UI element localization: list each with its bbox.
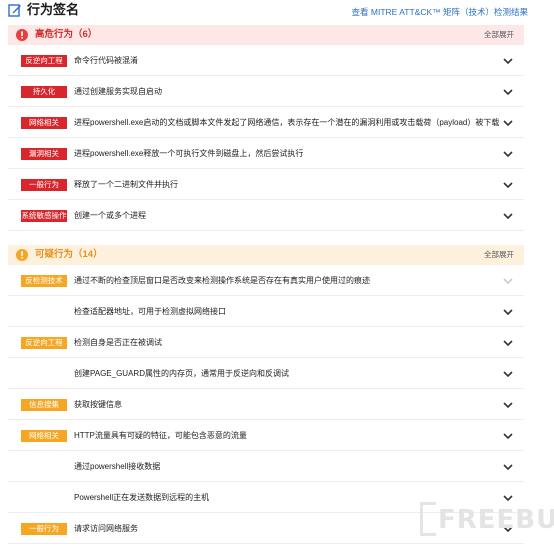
category-badge: 信息搜集 — [21, 399, 67, 411]
chevron-down-icon[interactable] — [502, 148, 514, 160]
category-badge: 持久化 — [21, 86, 67, 98]
behavior-row[interactable]: 反逆向工程 命令行代码被混淆 — [8, 46, 524, 76]
category-badge: 一般行为 — [21, 523, 67, 535]
category-badge: 网络相关 — [21, 430, 67, 442]
chevron-down-icon[interactable] — [502, 55, 514, 67]
behavior-description: 通过powershell接收数据 — [74, 462, 161, 471]
alert-circle-icon — [16, 29, 28, 41]
chevron-down-icon[interactable] — [502, 492, 514, 504]
behavior-description: 通过不断的检查顶层窗口是否改变来检测操作系统是否存在有真实用户使用过的痕迹 — [74, 276, 370, 285]
behavior-description: 进程powershell.exe释放一个可执行文件到磁盘上，然后尝试执行 — [74, 149, 304, 158]
behavior-description: HTTP流量具有可疑的特征，可能包含恶意的流量 — [74, 431, 247, 440]
chevron-down-icon[interactable] — [502, 210, 514, 222]
behavior-description: 检测自身是否正在被调试 — [74, 338, 162, 347]
chevron-down-icon[interactable] — [502, 117, 514, 129]
category-badge: 一般行为 — [21, 179, 67, 191]
behavior-row[interactable]: 漏洞相关 进程powershell.exe释放一个可执行文件到磁盘上，然后尝试执… — [8, 139, 524, 169]
behavior-description: 请求访问网络服务 — [74, 524, 138, 533]
chevron-down-icon[interactable] — [502, 368, 514, 380]
chevron-down-icon[interactable] — [502, 86, 514, 98]
behavior-description: 获取按键信息 — [74, 400, 122, 409]
watermark-logo — [420, 502, 436, 536]
category-badge: 网络相关 — [21, 117, 67, 129]
high-risk-title: 高危行为（6） — [35, 29, 98, 40]
behavior-description: 释放了一个二进制文件并执行 — [74, 180, 178, 189]
chevron-down-icon[interactable] — [502, 337, 514, 349]
chevron-down-icon[interactable] — [502, 306, 514, 318]
chevron-down-icon[interactable] — [502, 430, 514, 442]
behavior-row[interactable]: 检查适配器地址，可用于检测虚拟网络接口 — [8, 297, 524, 327]
expand-all-button[interactable]: 全部展开 — [484, 250, 514, 260]
alert-circle-icon — [16, 249, 28, 261]
behavior-description: 创建PAGE_GUARD属性的内存页，通常用于反逆向和反调试 — [74, 369, 289, 378]
expand-all-button[interactable]: 全部展开 — [484, 30, 514, 40]
behavior-row[interactable]: 网络相关 HTTP流量具有可疑的特征，可能包含恶意的流量 — [8, 421, 524, 451]
suspicious-title: 可疑行为（14） — [35, 249, 103, 260]
chevron-down-icon[interactable] — [502, 275, 514, 287]
behavior-row[interactable]: 反逆向工程 检测自身是否正在被调试 — [8, 328, 524, 358]
behavior-row[interactable]: 创建PAGE_GUARD属性的内存页，通常用于反逆向和反调试 — [8, 359, 524, 389]
category-badge: 漏洞相关 — [21, 148, 67, 160]
behavior-description: 创建一个或多个进程 — [74, 211, 146, 220]
chevron-down-icon[interactable] — [502, 399, 514, 411]
chevron-down-icon[interactable] — [502, 179, 514, 191]
behavior-description: 命令行代码被混淆 — [74, 56, 138, 65]
behavior-description: 通过创建服务实现自启动 — [74, 87, 162, 96]
suspicious-section-header: 可疑行为（14） 全部展开 — [8, 245, 524, 265]
behavior-description: 检查适配器地址，可用于检测虚拟网络接口 — [74, 307, 226, 316]
behavior-row[interactable]: 一般行为 释放了一个二进制文件并执行 — [8, 170, 524, 200]
category-badge: 反检测技术 — [21, 275, 67, 287]
page-header: 行为签名 查看 MITRE ATT&CK™ 矩阵（技术）检测结果 — [0, 0, 554, 24]
behavior-row[interactable]: 反检测技术 通过不断的检查顶层窗口是否改变来检测操作系统是否存在有真实用户使用过… — [8, 266, 524, 296]
category-badge: 反逆向工程 — [21, 337, 67, 349]
behavior-row[interactable]: 网络相关 进程powershell.exe启动的文档或脚本文件发起了网络通信，表… — [8, 108, 524, 138]
category-badge: 系统敏感操作 — [21, 210, 67, 222]
behavior-row[interactable]: 通过powershell接收数据 — [8, 452, 524, 482]
behavior-row[interactable]: Powershell正在发送数据到远程的主机 — [8, 483, 524, 513]
category-badge: 反逆向工程 — [21, 55, 67, 67]
behavior-row[interactable]: 信息搜集 获取按键信息 — [8, 390, 524, 420]
mitre-attack-link[interactable]: 查看 MITRE ATT&CK™ 矩阵（技术）检测结果 — [352, 6, 528, 18]
page-title: 行为签名 — [27, 2, 80, 17]
behavior-row[interactable]: 持久化 通过创建服务实现自启动 — [8, 77, 524, 107]
behavior-description: Powershell正在发送数据到远程的主机 — [74, 493, 210, 502]
edit-icon — [8, 4, 21, 17]
behavior-row[interactable]: 系统敏感操作 创建一个或多个进程 — [8, 201, 524, 231]
behavior-row[interactable]: 一般行为 请求访问网络服务 — [8, 514, 524, 544]
high-risk-section-header: 高危行为（6） 全部展开 — [8, 25, 524, 45]
chevron-down-icon[interactable] — [502, 523, 514, 535]
behavior-description: 进程powershell.exe启动的文档或脚本文件发起了网络通信，表示存在一个… — [74, 118, 500, 127]
chevron-down-icon[interactable] — [502, 461, 514, 473]
